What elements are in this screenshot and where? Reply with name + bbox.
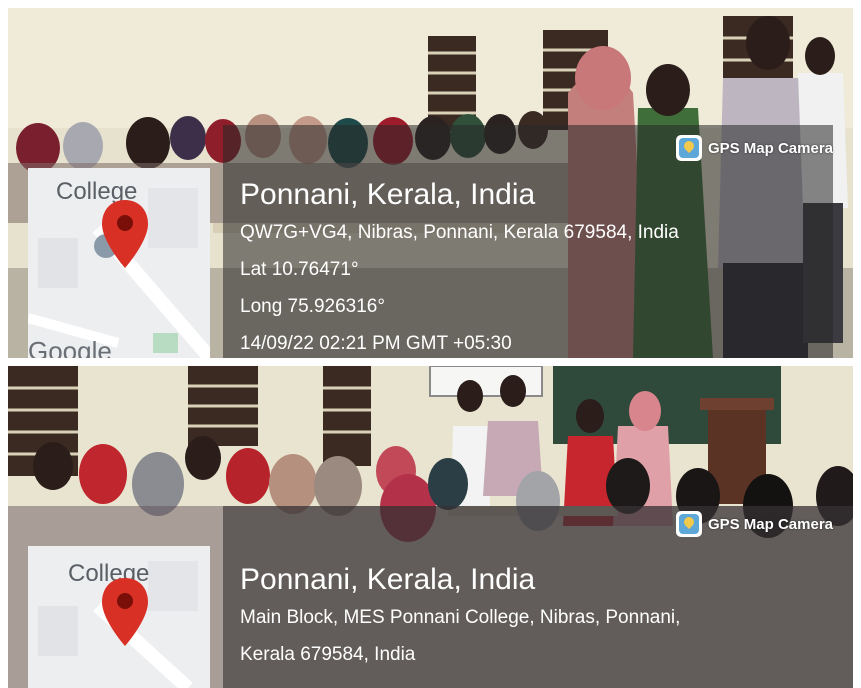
gps-app-name: GPS Map Camera: [707, 139, 833, 157]
gps-app-label-2: GPS Map Camera: [675, 511, 833, 537]
classroom-photo-1: GPS Map Camera College Google Ponnani, K…: [8, 8, 853, 358]
classroom-photo-2: GPS Map Camera College Ponnani, Kerala, …: [8, 366, 853, 688]
map-pin-icon: [102, 200, 148, 268]
location-city: Ponnani, Kerala, India: [240, 178, 536, 211]
location-latitude: Lat 10.76471°: [240, 259, 359, 280]
location-address-line2: Kerala 679584, India: [240, 644, 416, 665]
gps-map-camera-icon: [675, 511, 702, 537]
location-address-line1: Main Block, MES Ponnani College, Nibras,…: [240, 607, 681, 628]
location-info-2: Ponnani, Kerala, India Main Block, MES P…: [240, 561, 680, 673]
gps-app-name-2: GPS Map Camera: [707, 515, 833, 533]
location-longitude: Long 75.926316°: [240, 296, 385, 317]
gps-app-label: GPS Map Camera: [675, 135, 833, 161]
location-map-2: College: [28, 546, 210, 688]
location-info: Ponnani, Kerala, India QW7G+VG4, Nibras,…: [240, 176, 679, 358]
location-city-2: Ponnani, Kerala, India: [240, 563, 536, 596]
location-map: College Google: [28, 168, 210, 358]
location-address: QW7G+VG4, Nibras, Ponnani, Kerala 679584…: [240, 222, 679, 243]
map-pin-icon: [102, 578, 148, 646]
gps-map-camera-icon: [675, 135, 702, 161]
location-datetime: 14/09/22 02:21 PM GMT +05:30: [240, 333, 512, 354]
map-google-label: Google: [28, 336, 112, 358]
